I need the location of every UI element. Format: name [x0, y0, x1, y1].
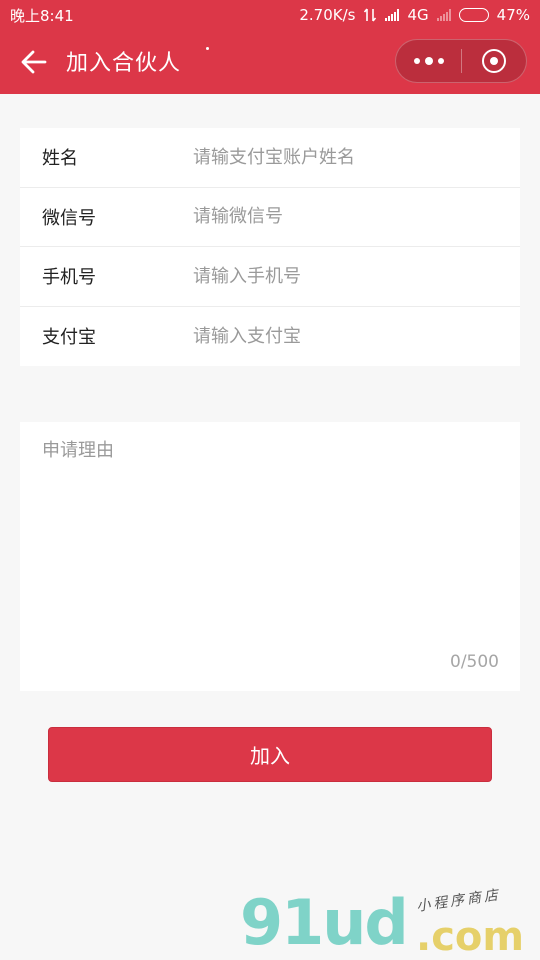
more-dots-icon — [413, 58, 420, 64]
form-card: 姓名 微信号 手机号 支付宝 — [20, 128, 520, 366]
field-label-name: 姓名 — [42, 148, 78, 170]
join-button[interactable]: 加入 — [48, 727, 492, 782]
watermark-brand: 91ud — [240, 886, 409, 959]
nav-bar: 加入合伙人 — [0, 30, 540, 94]
network-type: 4G — [407, 6, 429, 24]
watermark-logo: 91ud 小程序商店 .com — [240, 886, 530, 960]
loading-dot — [206, 47, 209, 50]
alipay-input[interactable] — [193, 325, 520, 347]
wechat-input[interactable] — [193, 206, 520, 228]
status-time: 晚上8:41 — [10, 6, 74, 25]
form-row-wechat: 微信号 — [20, 188, 520, 247]
battery-text: 47% — [496, 6, 530, 24]
phone-input[interactable] — [193, 265, 520, 287]
signal-secondary-icon — [436, 9, 451, 21]
close-mini-program-button[interactable] — [462, 40, 526, 82]
watermark-slogan: 小程序商店 — [415, 887, 502, 915]
battery-icon — [458, 8, 489, 22]
reason-card: 0/500 — [20, 422, 520, 691]
target-circle-icon — [482, 49, 506, 73]
char-counter: 0/500 — [450, 652, 499, 672]
name-input[interactable] — [193, 146, 520, 168]
status-right-group: 2.70K/s 4G 47% — [299, 6, 530, 24]
form-row-alipay: 支付宝 — [20, 307, 520, 367]
reason-textarea[interactable] — [42, 436, 502, 636]
form-row-phone: 手机号 — [20, 247, 520, 307]
more-menu-button[interactable] — [396, 40, 461, 82]
mini-program-capsule — [395, 39, 527, 83]
data-transfer-icon — [364, 8, 377, 22]
watermark-suffix: .com — [416, 914, 525, 960]
signal-icon — [385, 9, 400, 21]
form-row-name: 姓名 — [20, 128, 520, 188]
status-bar: 晚上8:41 2.70K/s 4G 47% — [0, 0, 540, 30]
network-speed: 2.70K/s — [299, 6, 356, 24]
field-label-phone: 手机号 — [42, 267, 96, 289]
field-label-alipay: 支付宝 — [42, 327, 96, 349]
back-arrow-icon[interactable] — [20, 48, 48, 76]
field-label-wechat: 微信号 — [42, 207, 96, 229]
page-title: 加入合伙人 — [66, 51, 182, 76]
